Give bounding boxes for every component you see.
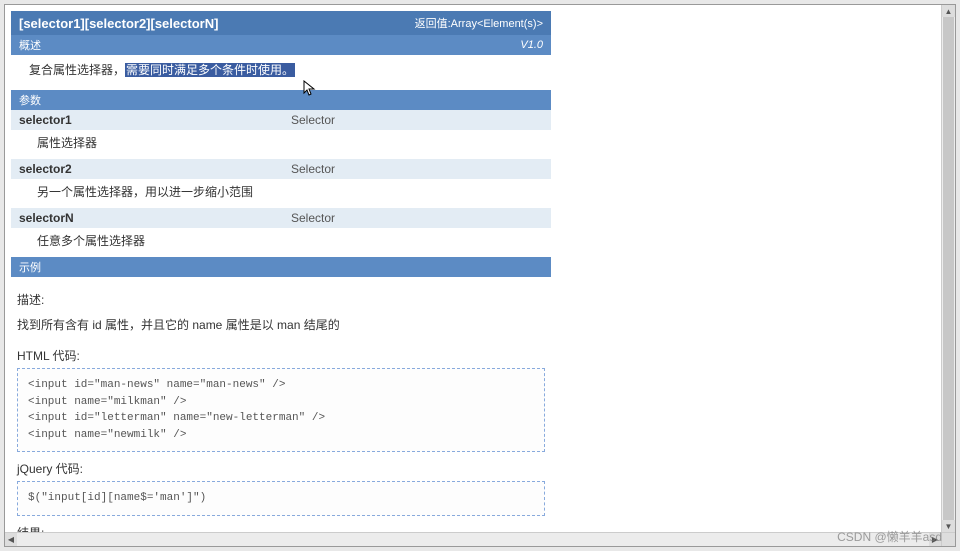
jquery-code-block: $("input[id][name$='man']") (17, 481, 545, 516)
document-body: [selector1][selector2][selectorN] 返回值:Ar… (11, 11, 551, 532)
param-type: Selector (291, 162, 551, 176)
overview-text-prefix: 复合属性选择器， (29, 63, 125, 77)
param-desc: 属性选择器 (11, 130, 551, 159)
example-label: 示例 (19, 259, 41, 275)
content-area[interactable]: [selector1][selector2][selectorN] 返回值:Ar… (5, 5, 941, 532)
return-value: 返回值:Array<Element(s)> (415, 15, 543, 31)
scroll-thumb[interactable] (943, 17, 954, 520)
param-type: Selector (291, 113, 551, 127)
param-desc: 任意多个属性选择器 (11, 228, 551, 257)
version-label: V1.0 (520, 39, 543, 51)
scroll-right-icon[interactable]: ▶ (929, 533, 941, 546)
param-desc: 另一个属性选择器，用以进一步缩小范围 (11, 179, 551, 208)
scroll-left-icon[interactable]: ◀ (5, 533, 17, 546)
result-label: 结果: (17, 524, 547, 532)
html-code-label: HTML 代码: (17, 347, 547, 364)
section-params-header: 参数 (11, 90, 551, 110)
horizontal-scrollbar[interactable]: ◀ ▶ (5, 532, 941, 546)
param-name: selector2 (11, 162, 291, 176)
param-name: selectorN (11, 211, 291, 225)
param-row: selector2 Selector (11, 159, 551, 179)
example-body: 描述: 找到所有含有 id 属性，并且它的 name 属性是以 man 结尾的 … (11, 277, 551, 532)
scroll-up-icon[interactable]: ▲ (942, 5, 955, 17)
param-row: selectorN Selector (11, 208, 551, 228)
overview-text-highlight: 需要同时满足多个条件时使用。 (125, 63, 295, 77)
section-example-header: 示例 (11, 257, 551, 277)
section-overview-header: 概述 V1.0 (11, 35, 551, 55)
scroll-down-icon[interactable]: ▼ (942, 520, 955, 532)
param-name: selector1 (11, 113, 291, 127)
params-label: 参数 (19, 92, 41, 108)
jquery-code-label: jQuery 代码: (17, 460, 547, 477)
overview-body: 复合属性选择器，需要同时满足多个条件时使用。 (11, 55, 551, 90)
overview-label: 概述 (19, 37, 41, 53)
html-code-block: <input id="man-news" name="man-news" /> … (17, 368, 545, 452)
desc-text: 找到所有含有 id 属性，并且它的 name 属性是以 man 结尾的 (15, 312, 547, 341)
page-title: [selector1][selector2][selectorN] (19, 16, 218, 31)
desc-label: 描述: (17, 291, 547, 308)
param-type: Selector (291, 211, 551, 225)
document-frame: [selector1][selector2][selectorN] 返回值:Ar… (4, 4, 956, 547)
title-bar: [selector1][selector2][selectorN] 返回值:Ar… (11, 11, 551, 35)
param-row: selector1 Selector (11, 110, 551, 130)
vertical-scrollbar[interactable]: ▲ ▼ (941, 5, 955, 532)
scrollbar-corner (941, 532, 955, 546)
